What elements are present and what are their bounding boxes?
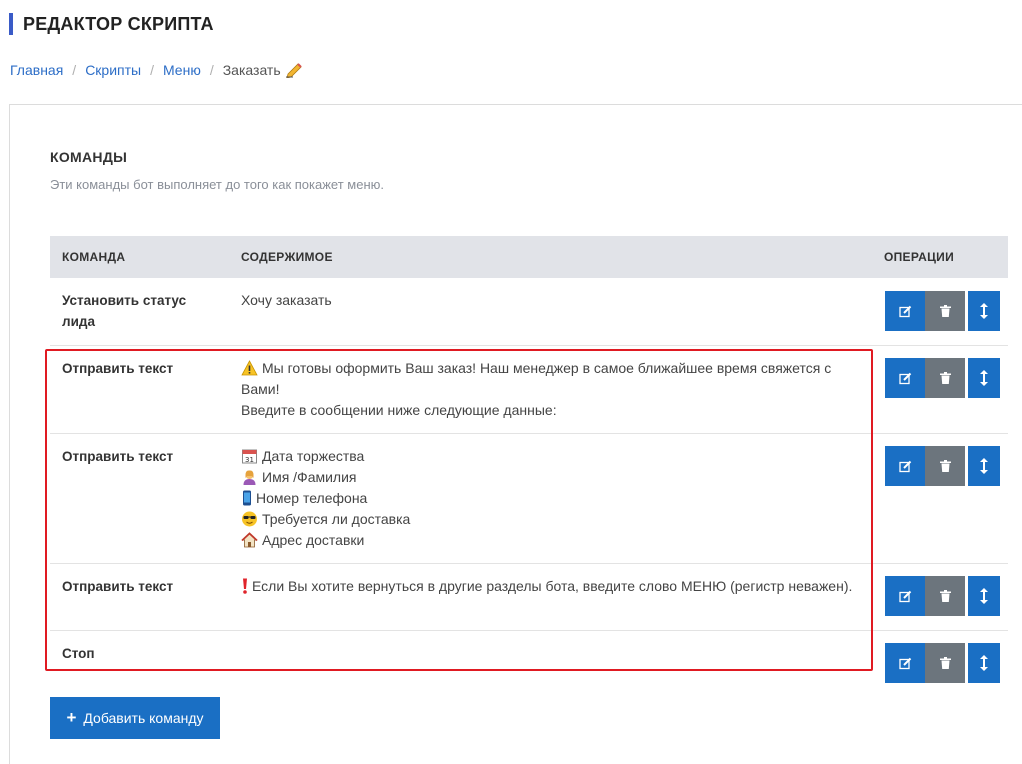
add-command-button[interactable]: + Добавить команду [50,697,220,739]
content-text: Дата торжества [262,448,365,464]
column-header-content: СОДЕРЖИМОЕ [241,250,333,264]
content-text: Если Вы хотите вернуться в другие раздел… [252,578,853,594]
edit-button[interactable] [885,643,925,683]
table-row: Стоп [50,631,1008,683]
calendar-icon: 31 [242,449,257,464]
breadcrumb-separator: / [72,62,77,78]
content-text: Требуется ли доставка [262,511,411,527]
delete-button[interactable] [925,643,965,683]
column-header-command: КОМАНДА [62,250,126,264]
content-line: Хочу заказать [241,292,332,308]
delete-button[interactable] [925,291,965,331]
row-content: Мы готовы оформить Ваш заказ! Наш менедж… [241,358,871,421]
breadcrumb-separator: / [209,62,214,78]
delete-button[interactable] [925,576,965,616]
move-button[interactable] [968,291,1000,331]
move-icon [980,303,988,319]
edit-icon [898,305,911,317]
content-line: Мы готовы оформить Ваш заказ! Наш менедж… [241,358,871,400]
row-command: Отправить текст [62,361,174,376]
row-command: Отправить текст [62,449,174,464]
exclamation-icon [243,578,247,594]
trash-icon [939,590,951,602]
content-line: Введите в сообщении ниже следующие данны… [241,402,557,418]
house-icon [241,532,258,548]
move-icon [980,588,988,604]
row-command: Отправить текст [62,579,174,594]
svg-text:31: 31 [245,456,254,464]
edit-button[interactable] [885,446,925,486]
move-button[interactable] [968,358,1000,398]
edit-icon [898,372,911,384]
content-line: Номер телефона [241,488,871,509]
row-content: 31 Дата торжества Имя /Фамилия Номер теле… [241,446,871,551]
breadcrumb-separator: / [150,62,154,78]
row-content: Хочу заказать [241,290,871,311]
move-button[interactable] [968,643,1000,683]
row-operations [885,643,1000,683]
sunglasses-face-icon [242,511,257,527]
row-command: Установить статус лида [62,293,187,329]
warning-icon [241,360,258,376]
trash-icon [939,657,951,669]
table-row: Отправить текст Если Вы хотите вернуться… [50,564,1008,631]
table-header: КОМАНДА СОДЕРЖИМОЕ ОПЕРАЦИИ [50,236,1008,278]
section-title: КОМАНДЫ [50,149,128,165]
person-icon [243,470,256,485]
move-icon [980,655,988,671]
edit-icon [898,590,911,602]
move-button[interactable] [968,446,1000,486]
section-description: Эти команды бот выполняет до того как по… [50,177,384,192]
edit-button[interactable] [885,291,925,331]
content-line: Имя /Фамилия [241,467,871,488]
content-text: Адрес доставки [262,532,365,548]
breadcrumb-link-scripts[interactable]: Скрипты [85,61,141,79]
page-title: РЕДАКТОР СКРИПТА [9,13,214,35]
row-operations [885,446,1000,486]
content-text: Мы готовы оформить Ваш заказ! Наш менедж… [241,360,832,397]
breadcrumb-link-menu[interactable]: Меню [163,61,201,79]
edit-button[interactable] [885,576,925,616]
row-operations [885,291,1000,331]
breadcrumb: Главная / Скрипты / Меню / Заказать [10,61,303,79]
edit-icon [898,657,911,669]
content-line: Если Вы хотите вернуться в другие раздел… [241,576,871,597]
row-command: Стоп [62,646,95,661]
content-line: Адрес доставки [241,530,871,551]
add-command-label: Добавить команду [83,710,204,726]
content-line: Требуется ли доставка [241,509,871,530]
table-row: Установить статус лида Хочу заказать [50,278,1008,346]
content-text: Номер телефона [256,490,368,506]
writing-hand-icon [285,63,302,78]
move-icon [980,458,988,474]
move-button[interactable] [968,576,1000,616]
breadcrumb-link-home[interactable]: Главная [10,61,63,79]
delete-button[interactable] [925,446,965,486]
delete-button[interactable] [925,358,965,398]
edit-icon [898,460,911,472]
row-operations [885,576,1000,616]
move-icon [980,370,988,386]
trash-icon [939,372,951,384]
content-text: Имя /Фамилия [262,469,357,485]
table-row: Отправить текст Мы готовы оформить Ваш з… [50,346,1008,434]
trash-icon [939,460,951,472]
content-line: 31 Дата торжества [241,446,871,467]
column-header-operations: ОПЕРАЦИИ [884,250,954,264]
edit-button[interactable] [885,358,925,398]
trash-icon [939,305,951,317]
table-row: Отправить текст 31 Дата торжества Имя /Фа… [50,434,1008,564]
commands-table: КОМАНДА СОДЕРЖИМОЕ ОПЕРАЦИИ Установить с… [50,236,1008,683]
phone-icon [243,490,251,506]
plus-icon: + [66,708,77,727]
row-operations [885,358,1000,398]
breadcrumb-current: Заказать [222,62,281,78]
row-content: Если Вы хотите вернуться в другие раздел… [241,576,871,597]
